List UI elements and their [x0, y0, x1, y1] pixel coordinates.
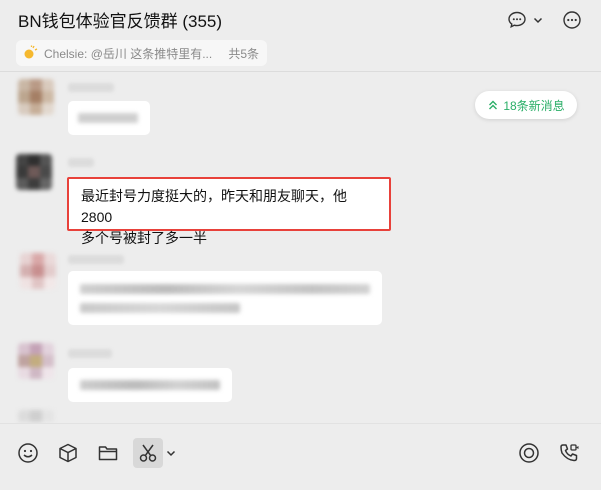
pinned-message-text: Chelsie: @岳川 这条推特里有... [44, 46, 213, 61]
folder-icon[interactable] [96, 441, 120, 465]
input-toolbar [0, 423, 601, 490]
message-bubble[interactable] [68, 101, 150, 135]
chevron-down-icon[interactable] [531, 9, 545, 31]
sender-name [68, 349, 112, 358]
more-options-icon[interactable] [561, 9, 583, 31]
chat-header: BN钱包体验官反馈群 (355) Chelsie: @岳川 这条推特里有... … [0, 0, 601, 72]
message-line: 最近封号力度挺大的，昨天和朋友聊天，他2800 [81, 188, 347, 225]
box-icon[interactable] [56, 441, 80, 465]
message-bubble[interactable] [68, 368, 232, 402]
emoji-icon[interactable] [16, 441, 40, 465]
message-list[interactable]: 18条新消息 最近封号力度挺大的，昨天和朋友聊天，他2800 多个号被封了多一半 [0, 73, 601, 423]
avatar[interactable] [20, 253, 56, 289]
live-icon[interactable] [517, 441, 541, 465]
double-chevron-up-icon [489, 100, 498, 110]
pinned-count: 共5条 [228, 46, 259, 61]
video-call-icon[interactable] [557, 441, 581, 465]
scissors-icon[interactable] [133, 438, 163, 468]
new-messages-label: 18条新消息 [503, 98, 565, 113]
avatar[interactable] [18, 79, 54, 115]
highlighted-message-bubble[interactable]: 最近封号力度挺大的，昨天和朋友聊天，他2800 多个号被封了多一半 [67, 177, 391, 246]
avatar[interactable] [16, 154, 52, 190]
message-bubble[interactable] [68, 271, 382, 325]
sender-name [68, 158, 94, 167]
message-line: 多个号被封了多一半 [81, 230, 207, 246]
new-messages-button[interactable]: 18条新消息 [475, 91, 577, 119]
avatar[interactable] [18, 410, 54, 423]
sun-icon [22, 45, 38, 61]
avatar[interactable] [18, 343, 54, 379]
chat-bubble-icon[interactable] [506, 9, 528, 31]
pinned-message-bar[interactable]: Chelsie: @岳川 这条推特里有... 共5条 [16, 40, 267, 66]
sender-name [68, 83, 114, 92]
sender-name [68, 255, 124, 264]
chevron-down-icon[interactable] [164, 441, 178, 465]
chat-title: BN钱包体验官反馈群 (355) [18, 12, 223, 31]
